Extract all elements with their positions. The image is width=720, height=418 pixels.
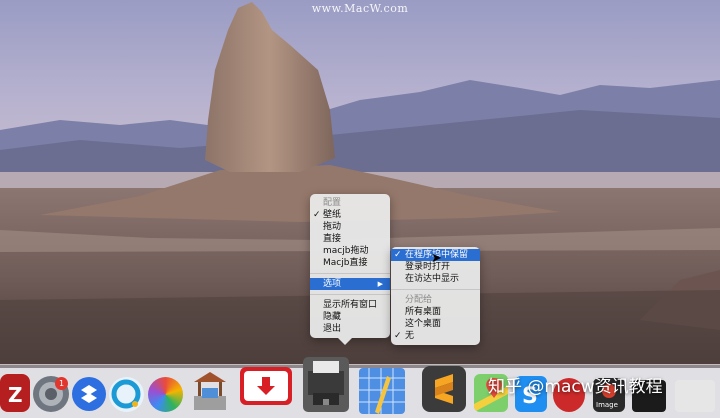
menu-item-macjb-direct[interactable]: Macjb直接 (310, 257, 390, 269)
document-app-icon[interactable] (675, 380, 715, 412)
menu-item-drag[interactable]: 拖动 (310, 221, 390, 233)
site-watermark: www.MacW.com (311, 2, 409, 15)
checkmark-icon: ✓ (394, 331, 402, 341)
checkmark-icon: ✓ (313, 210, 321, 220)
mouse-cursor-icon: ➤ (431, 251, 442, 266)
menu-item-quit[interactable]: 退出 (310, 323, 390, 335)
dropbox-icon[interactable] (72, 377, 106, 411)
notification-badge: 1 (55, 377, 68, 390)
svg-text:Image: Image (596, 401, 618, 409)
menu-item-hide[interactable]: 隐藏 (310, 311, 390, 323)
printer-icon[interactable] (303, 357, 349, 412)
filezilla-icon[interactable]: Z (0, 374, 30, 412)
menu-separator (310, 273, 390, 274)
svg-text:Z: Z (8, 383, 23, 407)
menu-separator (310, 294, 390, 295)
submenu-item-show-in-finder[interactable]: 在访达中显示 (391, 273, 480, 285)
checkmark-icon: ✓ (394, 250, 402, 260)
menu-item-macjb-drag[interactable]: macjb拖动 (310, 245, 390, 257)
menu-header-config: 配置 (323, 198, 342, 208)
pinwheel-icon[interactable] (148, 377, 183, 412)
zhihu-watermark: 知乎 @macw资讯教程 (488, 377, 663, 397)
submenu-item-this-desktop[interactable]: 这个桌面 (391, 318, 480, 330)
menu-item-direct[interactable]: 直接 (310, 233, 390, 245)
sublime-text-icon[interactable] (422, 366, 466, 412)
submenu-arrow-icon: ▶ (377, 280, 383, 288)
menu-item-wallpaper[interactable]: ✓ 壁纸 (310, 209, 390, 221)
download-app-icon[interactable] (240, 367, 292, 405)
qq-browser-icon[interactable] (109, 377, 144, 412)
submenu-header-assign: 分配给 (405, 295, 433, 305)
wishing-well-icon[interactable] (190, 368, 230, 412)
menu-item-show-all-windows[interactable]: 显示所有窗口 (310, 299, 390, 311)
submenu-item-none[interactable]: ✓ 无 (391, 330, 480, 342)
xcode-blueprint-icon[interactable] (359, 368, 405, 414)
dock-context-menu: 配置 ✓ 壁纸 拖动 直接 macjb拖动 Macjb直接 选项 ▶ 显示所有窗… (310, 194, 390, 338)
menu-pointer-tail (338, 338, 352, 345)
menu-separator (391, 289, 480, 290)
menu-item-options[interactable]: 选项 ▶ (310, 278, 390, 290)
submenu-item-all-desktops[interactable]: 所有桌面 (391, 306, 480, 318)
